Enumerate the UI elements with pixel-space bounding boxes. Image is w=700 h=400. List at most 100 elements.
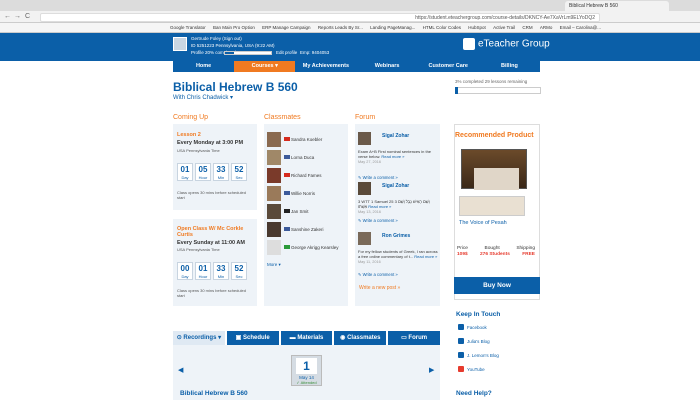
- logo-icon: [463, 38, 475, 50]
- course-title: Biblical Hebrew B 560: [173, 80, 298, 94]
- avatar[interactable]: [173, 37, 187, 51]
- countdown-timer: 00 Day 01 Hour 33 Min 52 Sec: [177, 262, 247, 280]
- site-header: [0, 33, 700, 61]
- youtube-link[interactable]: YouTube: [458, 366, 485, 372]
- buy-now-button[interactable]: Buy Now: [454, 277, 540, 294]
- classmate-photo: [267, 239, 281, 255]
- post-date: May 11, 2016: [358, 260, 381, 264]
- bookmark[interactable]: HTML Color Codes: [423, 23, 461, 32]
- product-name[interactable]: The Voice of Pesah: [459, 220, 507, 226]
- keep-in-touch-heading: Keep In Touch: [456, 311, 501, 318]
- forum-panel: Sigal Zohar Exam A+B First nominal sente…: [355, 124, 440, 306]
- product-labels: Price Bought Shipping: [457, 246, 535, 251]
- lesson-name[interactable]: Open Class W/ Mc Corkle Curtis: [177, 226, 253, 238]
- nav-customer-care[interactable]: Customer Care: [418, 61, 479, 72]
- bookmark[interactable]: Google Translator: [170, 23, 206, 32]
- classmate-item[interactable]: Lorna Duca: [264, 148, 348, 166]
- facebook-icon: [458, 324, 464, 330]
- bookmark[interactable]: Landing PageManag...: [370, 23, 415, 32]
- product-image-detail: [474, 168, 519, 190]
- profile-progress-bar: [224, 51, 272, 55]
- nav-courses[interactable]: Courses ▾: [234, 61, 296, 72]
- course-progress-bar: [455, 87, 541, 94]
- back-icon[interactable]: ←: [4, 13, 11, 21]
- recommended-heading: Recommended Product: [455, 132, 534, 139]
- bookmark[interactable]: HubSpot: [468, 23, 486, 32]
- classmate-item[interactable]: Willie Norris: [264, 184, 348, 202]
- product-image-base: [459, 196, 525, 216]
- bookmark[interactable]: CRM: [522, 23, 532, 32]
- read-more-link[interactable]: Read more »: [381, 154, 404, 159]
- lesson-recording-card[interactable]: 1 May 14 ✓ Attended: [291, 355, 322, 386]
- classmate-item[interactable]: Sandra Koebler: [264, 130, 348, 148]
- lesson-timezone: USA Pennsylvania Time: [177, 148, 220, 153]
- classmate-name: Richard Fames: [291, 172, 322, 178]
- classmates-panel: Sandra Koebler Lorna Duca Richard Fames …: [264, 124, 348, 306]
- bookmark[interactable]: Email – Carolina@...: [560, 23, 601, 32]
- prev-arrow-icon[interactable]: ◀: [178, 366, 183, 374]
- author-name[interactable]: Sigal Zohar: [382, 183, 409, 189]
- classmate-name: Lorna Duca: [291, 154, 315, 160]
- shipping-label: Shipping: [516, 246, 535, 251]
- product-values: 109$ 276 Students FREE: [457, 252, 535, 257]
- classmates-heading: Classmates: [264, 114, 301, 121]
- classmate-name: Sandra Koebler: [291, 136, 323, 142]
- tab-forum[interactable]: ▭ Forum: [388, 331, 440, 345]
- recordings-course-title: Biblical Hebrew B 560: [180, 390, 248, 397]
- flag-icon: [284, 137, 290, 142]
- blog-link[interactable]: Julia's Blog: [458, 338, 490, 344]
- address-bar[interactable]: https://student.eteachergroup.com/course…: [40, 13, 600, 22]
- tab-schedule[interactable]: ▣ Schedule: [226, 331, 279, 345]
- flag-icon: [284, 191, 290, 196]
- classmate-item[interactable]: Sanshine Zakeri: [264, 220, 348, 238]
- eteacher-logo[interactable]: eTeacher Group: [463, 38, 550, 50]
- nav-home[interactable]: Home: [173, 61, 234, 72]
- bookmark[interactable]: Reports Leads By Sr...: [318, 23, 363, 32]
- classmates-more-link[interactable]: More ▾: [267, 262, 348, 268]
- class-opens-note: Class opens 30 mins before scheduled sta…: [177, 190, 246, 200]
- classmate-item[interactable]: Jan Smit: [264, 202, 348, 220]
- countdown-timer: 01 Day 05 Hour 33 Min 52 Sec: [177, 163, 247, 181]
- reload-icon[interactable]: C: [25, 13, 30, 21]
- tab-materials[interactable]: ▬ Materials: [280, 331, 333, 345]
- bookmark[interactable]: ERP Manage Campaign: [262, 23, 310, 32]
- bookmark[interactable]: ARMo: [540, 23, 553, 32]
- read-more-link[interactable]: Read more »: [414, 254, 437, 259]
- write-comment-link[interactable]: ✎ Write a comment »: [358, 218, 398, 223]
- attended-badge: ✓ Attended: [296, 380, 317, 385]
- nav-webinars[interactable]: Webinars: [357, 61, 418, 72]
- write-comment-link[interactable]: ✎ Write a comment »: [358, 272, 398, 277]
- countdown-seconds: 52 Sec: [231, 163, 247, 181]
- next-arrow-icon[interactable]: ▶: [429, 366, 434, 374]
- classmate-photo: [267, 185, 281, 201]
- browser-tab[interactable]: Biblical Hebrew B 560: [565, 1, 669, 11]
- price-value: 109$: [457, 252, 468, 257]
- lesson-name[interactable]: Lesson 2: [177, 132, 201, 138]
- user-id-line: ID 5251223 Pennsylvania, USA (9:22 AM): [191, 43, 275, 48]
- nav-billing[interactable]: Billing: [479, 61, 540, 72]
- bookmark[interactable]: Active Trail: [493, 23, 515, 32]
- author-name[interactable]: Ron Grimes: [382, 233, 410, 239]
- write-comment-link[interactable]: ✎ Write a comment »: [358, 175, 398, 180]
- author-name[interactable]: Sigal Zohar: [382, 133, 409, 139]
- tab-recordings[interactable]: ⊙ Recordings ▾: [173, 331, 225, 345]
- read-more-link[interactable]: Read more »: [368, 204, 391, 209]
- classmate-item[interactable]: George Akrigg Kearsley: [264, 238, 348, 256]
- facebook-link[interactable]: Facebook: [458, 324, 487, 330]
- nav-achievements[interactable]: My Achievements: [295, 61, 356, 72]
- sign-out-link[interactable]: (Sign out): [222, 36, 242, 41]
- tab-classmates[interactable]: ◉ Classmates: [334, 331, 387, 345]
- bookmark[interactable]: Ban Main Pro Option: [213, 23, 255, 32]
- forward-icon[interactable]: →: [14, 13, 21, 21]
- emp-id: Emp: 9404053: [300, 50, 330, 55]
- author-photo: [358, 232, 371, 245]
- countdown-hours: 05 Hour: [195, 163, 211, 181]
- classmate-item[interactable]: Richard Fames: [264, 166, 348, 184]
- blog-icon: [458, 338, 464, 344]
- edit-profile-link[interactable]: Edit profile: [276, 50, 297, 55]
- classmate-photo: [267, 167, 281, 183]
- write-new-post-link[interactable]: Write a new post »: [359, 285, 400, 291]
- blog-icon: [458, 352, 464, 358]
- blog-link[interactable]: J. Lemon's Blog: [458, 352, 499, 358]
- teacher-dropdown[interactable]: With Chris Chadwick ▾: [173, 94, 233, 101]
